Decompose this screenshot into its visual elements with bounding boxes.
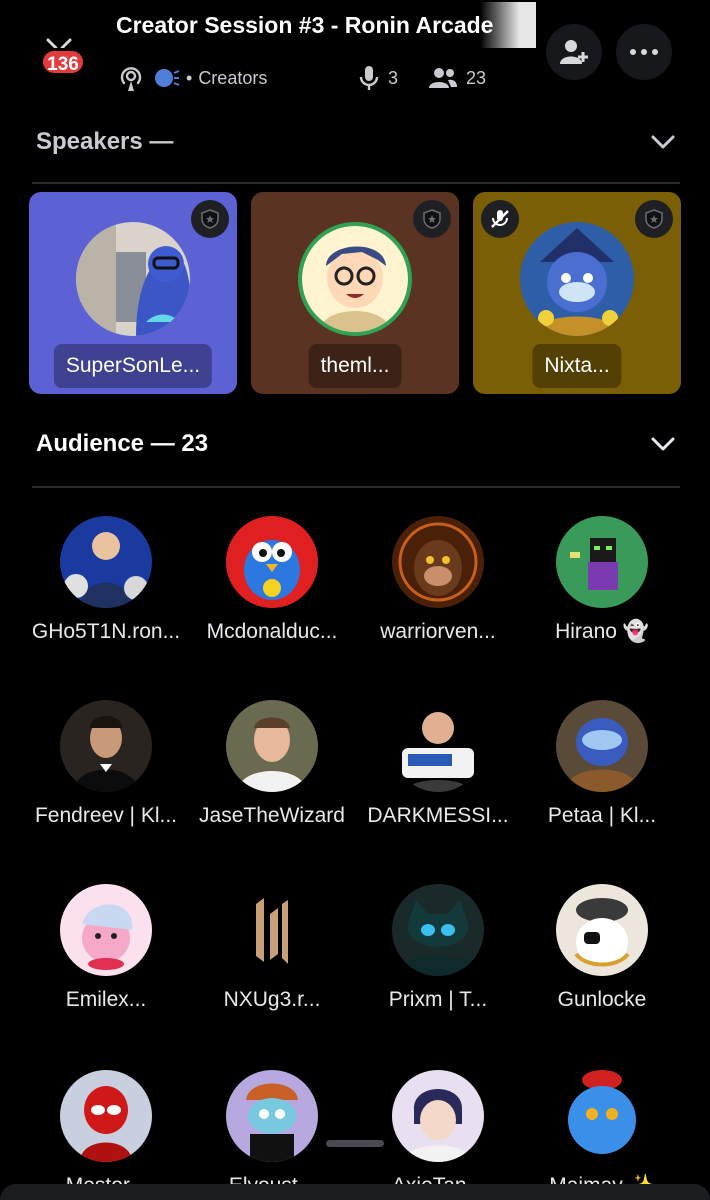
audience-member[interactable]: Petaa | Kl...	[514, 700, 690, 828]
audience-member[interactable]: Fendreev | Kl...	[18, 700, 194, 828]
audience-divider	[32, 486, 680, 488]
member-avatar	[392, 1070, 484, 1162]
speakers-section-header[interactable]: Speakers —	[36, 122, 676, 162]
speaker-name: SuperSonLe...	[53, 344, 213, 388]
member-avatar	[226, 700, 318, 792]
member-avatar	[60, 1070, 152, 1162]
speaker-avatar	[520, 222, 634, 336]
audience-member[interactable]: JaseTheWizard	[184, 700, 360, 828]
unread-badge: 136	[40, 48, 86, 76]
speaker-count: 3	[388, 67, 399, 88]
member-avatar	[60, 516, 152, 608]
member-avatar	[392, 516, 484, 608]
more-options-button[interactable]	[616, 24, 672, 80]
member-name: Hirano 👻	[555, 620, 649, 643]
speaker-card[interactable]: theml...	[251, 192, 459, 394]
member-name: warriorven...	[380, 620, 496, 643]
member-name: Gunlocke	[557, 988, 647, 1011]
member-name: Petaa | Kl...	[547, 804, 657, 827]
stage-channel-icon	[120, 67, 142, 91]
member-avatar	[226, 1070, 318, 1162]
speaking-head-emoji-icon	[155, 69, 180, 87]
member-avatar	[556, 700, 648, 792]
audience-section-header[interactable]: Audience — 23	[36, 424, 676, 464]
chevron-down-icon	[651, 135, 675, 149]
member-avatar	[392, 700, 484, 792]
stage-channel-info: • Creators	[116, 62, 267, 94]
member-avatar	[226, 884, 318, 976]
notifications-back-button[interactable]: 136	[32, 38, 92, 88]
stage-title: Creator Session #3 - Ronin Arcade	[116, 12, 494, 38]
member-avatar	[556, 516, 648, 608]
member-name: Emilex...	[65, 988, 147, 1011]
speaker-name: theml...	[308, 344, 402, 388]
audience-member[interactable]: Maimay ✨	[514, 1070, 690, 1198]
audience-member[interactable]: Elyoust...	[184, 1070, 360, 1198]
speaker-card[interactable]: Nixta...	[473, 192, 681, 394]
audience-member[interactable]: warriorven...	[350, 516, 526, 644]
member-name: Fendreev | Kl...	[34, 804, 178, 827]
speaker-avatar	[298, 222, 412, 336]
title-fade	[480, 2, 536, 48]
member-name: GHo5T1N.ron...	[31, 620, 181, 643]
audience-member[interactable]: Hirano 👻	[514, 516, 690, 644]
participant-counts: 3 23	[358, 62, 486, 94]
moderator-shield-icon	[191, 200, 229, 238]
member-avatar	[556, 1070, 648, 1162]
moderator-shield-icon	[413, 200, 451, 238]
member-avatar	[392, 884, 484, 976]
member-name: JaseTheWizard	[199, 804, 345, 827]
bottom-sheet-edge[interactable]	[0, 1184, 710, 1200]
audience-member[interactable]: Mestor...	[18, 1070, 194, 1198]
ellipsis-icon	[630, 49, 658, 55]
chevron-down-icon	[651, 437, 675, 451]
muted-mic-icon	[481, 200, 519, 238]
speakers-heading: Speakers —	[36, 128, 174, 155]
member-avatar	[60, 884, 152, 976]
microphone-icon	[359, 66, 379, 90]
member-avatar	[60, 700, 152, 792]
member-avatar	[226, 516, 318, 608]
speakers-divider	[32, 182, 680, 184]
audience-member[interactable]: DARKMESSI...	[350, 700, 526, 828]
member-name: DARKMESSI...	[367, 804, 509, 827]
speaker-avatar	[76, 222, 190, 336]
add-person-icon	[560, 40, 588, 64]
moderator-shield-icon	[635, 200, 673, 238]
listener-count: 23	[466, 67, 487, 88]
audience-member[interactable]: AxieTan...	[350, 1070, 526, 1198]
separator-dot: •	[186, 67, 193, 88]
sheet-drag-handle[interactable]	[326, 1140, 384, 1147]
audience-member[interactable]: NXUg3.r...	[184, 884, 360, 1012]
member-name: Prixm | T...	[388, 988, 488, 1011]
audience-member[interactable]: Mcdonalduc...	[184, 516, 360, 644]
audience-member[interactable]: Emilex...	[18, 884, 194, 1012]
audience-heading: Audience — 23	[36, 430, 209, 457]
stage-category: Creators	[198, 67, 268, 88]
invite-button[interactable]	[546, 24, 602, 80]
stage-header: 136 Creator Session #3 - Ronin Arcade • …	[0, 0, 710, 110]
audience-member[interactable]: Gunlocke	[514, 884, 690, 1012]
member-name: NXUg3.r...	[223, 988, 321, 1011]
speaker-name: Nixta...	[532, 344, 622, 388]
speaker-card[interactable]: SuperSonLe...	[29, 192, 237, 394]
audience-member[interactable]: GHo5T1N.ron...	[18, 516, 194, 644]
member-avatar	[556, 884, 648, 976]
audience-member[interactable]: Prixm | T...	[350, 884, 526, 1012]
member-name: Mcdonalduc...	[206, 620, 338, 643]
people-icon	[429, 68, 458, 88]
